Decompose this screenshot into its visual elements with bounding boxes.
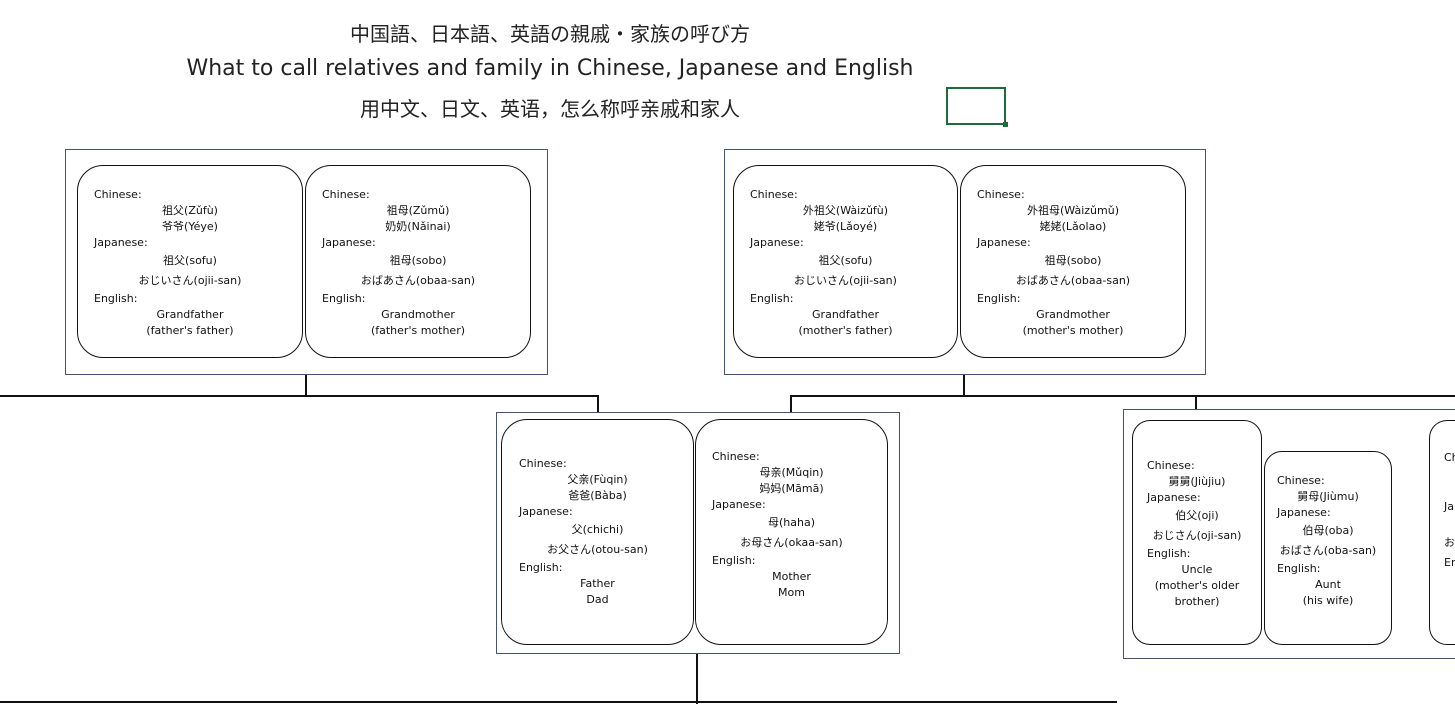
english-label: English:	[1277, 562, 1321, 575]
english-term: Grandfather	[812, 308, 879, 321]
chinese-term: 妈妈(Māmā)	[759, 482, 824, 495]
card-maternal-grandmother: Chinese: 外祖母(Wàizǔmǔ) 姥姥(Lǎolao) Japanes…	[960, 165, 1186, 358]
connector-line	[305, 374, 307, 397]
partial-japanese-term: お	[1444, 536, 1455, 549]
card-paternal-grandfather: Chinese: 祖父(Zǔfù) 爷爷(Yéye) Japanese: 祖父(…	[77, 165, 303, 358]
chinese-term: 姥姥(Lǎolao)	[1039, 220, 1107, 233]
connector-line	[963, 374, 965, 397]
english-term: Mom	[778, 586, 805, 599]
japanese-label: Japanese:	[712, 498, 766, 511]
chinese-label: Chinese:	[977, 188, 1025, 201]
english-term: Uncle	[1181, 563, 1213, 576]
partial-chinese-label: Ch	[1444, 451, 1455, 464]
japanese-term: 祖父(sofu)	[818, 254, 873, 267]
japanese-label: Japanese:	[519, 505, 573, 518]
english-term: Mother	[772, 570, 811, 583]
chinese-label: Chinese:	[322, 188, 370, 201]
partial-japanese-label: Ja	[1444, 500, 1454, 513]
japanese-term: 父(chichi)	[571, 523, 624, 536]
english-term: Father	[580, 577, 615, 590]
japanese-term: 伯母(oba)	[1302, 524, 1354, 537]
chinese-term: 父亲(Fùqin)	[567, 473, 628, 486]
chinese-term: 爸爸(Bàba)	[568, 489, 627, 502]
card-mother: Chinese: 母亲(Mǔqin) 妈妈(Māmā) Japanese: 母(…	[695, 419, 888, 645]
english-term: Grandmother	[1036, 308, 1110, 321]
card-partial: Ch Ja お En	[1429, 420, 1455, 645]
chinese-label: Chinese:	[1277, 474, 1325, 487]
chinese-term: 舅母(Jiùmu)	[1297, 490, 1359, 503]
chinese-term: 祖母(Zǔmǔ)	[386, 204, 450, 217]
card-paternal-grandmother: Chinese: 祖母(Zǔmǔ) 奶奶(Nǎinai) Japanese: 祖…	[305, 165, 531, 358]
chinese-term: 祖父(Zǔfù)	[162, 204, 218, 217]
card-father: Chinese: 父亲(Fùqin) 爸爸(Bàba) Japanese: 父(…	[501, 419, 694, 645]
english-term: Aunt	[1315, 578, 1341, 591]
japanese-term: 母(haha)	[767, 516, 815, 529]
english-label: English:	[1147, 547, 1191, 560]
card-uncle: Chinese: 舅舅(Jiùjiu) Japanese: 伯父(oji) おじ…	[1132, 420, 1262, 645]
english-term: (his wife)	[1302, 594, 1354, 607]
connector-line	[790, 395, 1455, 397]
japanese-term: おばさん(oba-san)	[1279, 544, 1377, 557]
english-term: (mother's father)	[798, 324, 893, 337]
english-term: (father's mother)	[370, 324, 466, 337]
title-japanese: 中国語、日本語、英語の親戚・家族の呼び方	[350, 22, 750, 46]
chinese-label: Chinese:	[94, 188, 142, 201]
english-label: English:	[712, 554, 756, 567]
japanese-term: おばあさん(obaa-san)	[360, 274, 476, 287]
title-chinese: 用中文、日文、英语，怎么称呼亲戚和家人	[360, 97, 740, 121]
partial-english-label: En	[1444, 556, 1455, 569]
japanese-label: Japanese:	[1277, 506, 1331, 519]
japanese-term: お父さん(otou-san)	[547, 543, 648, 556]
connector-line	[0, 395, 307, 397]
english-term: (mother's older	[1154, 579, 1240, 592]
english-term: (father's father)	[146, 324, 234, 337]
chinese-term: 爷爷(Yéye)	[162, 220, 218, 233]
japanese-term: 祖母(sobo)	[389, 254, 447, 267]
chinese-label: Chinese:	[712, 450, 760, 463]
english-term: Grandmother	[381, 308, 455, 321]
japanese-label: Japanese:	[1147, 491, 1201, 504]
english-label: English:	[94, 292, 138, 305]
japanese-term: 祖父(sofu)	[163, 254, 217, 267]
chinese-label: Chinese:	[519, 457, 567, 470]
connector-line	[305, 395, 599, 397]
connector-line	[696, 653, 698, 704]
chinese-term: 外祖父(Wàizǔfù)	[802, 204, 889, 217]
japanese-label: Japanese:	[750, 236, 804, 249]
japanese-label: Japanese:	[977, 236, 1031, 249]
chinese-term: 舅舅(Jiùjiu)	[1168, 475, 1226, 488]
japanese-label: Japanese:	[94, 236, 148, 249]
chinese-label: Chinese:	[1147, 459, 1195, 472]
japanese-term: おじさん(oji-san)	[1152, 529, 1242, 542]
connector-line	[0, 701, 1117, 703]
english-term: brother)	[1174, 595, 1220, 608]
japanese-term: お母さん(okaa-san)	[740, 536, 843, 549]
chinese-term: 奶奶(Nǎinai)	[385, 220, 451, 233]
english-label: English:	[750, 292, 794, 305]
japanese-term: おじいさん(ojii-san)	[138, 274, 242, 287]
japanese-term: おじいさん(ojii-san)	[794, 274, 897, 287]
english-term: Grandfather	[156, 308, 224, 321]
chinese-term: 外祖母(Wàizǔmǔ)	[1027, 204, 1119, 217]
japanese-term: おばあさん(obaa-san)	[1015, 274, 1131, 287]
chinese-term: 母亲(Mǔqin)	[759, 466, 824, 479]
english-label: English:	[322, 292, 366, 305]
chinese-term: 姥爷(Lǎoyé)	[813, 220, 878, 233]
card-maternal-grandfather: Chinese: 外祖父(Wàizǔfù) 姥爷(Lǎoyé) Japanese…	[733, 165, 958, 358]
title-english: What to call relatives and family in Chi…	[186, 56, 914, 81]
japanese-term: 伯父(oji)	[1175, 509, 1219, 522]
card-aunt: Chinese: 舅母(Jiùmu) Japanese: 伯母(oba) おばさ…	[1264, 451, 1392, 645]
english-label: English:	[519, 561, 563, 574]
chinese-label: Chinese:	[750, 188, 798, 201]
selected-cell[interactable]	[946, 87, 1008, 127]
japanese-term: 祖母(sobo)	[1044, 254, 1102, 267]
english-term: Dad	[586, 593, 609, 606]
japanese-label: Japanese:	[322, 236, 376, 249]
english-term: (mother's mother)	[1022, 324, 1124, 337]
english-label: English:	[977, 292, 1021, 305]
